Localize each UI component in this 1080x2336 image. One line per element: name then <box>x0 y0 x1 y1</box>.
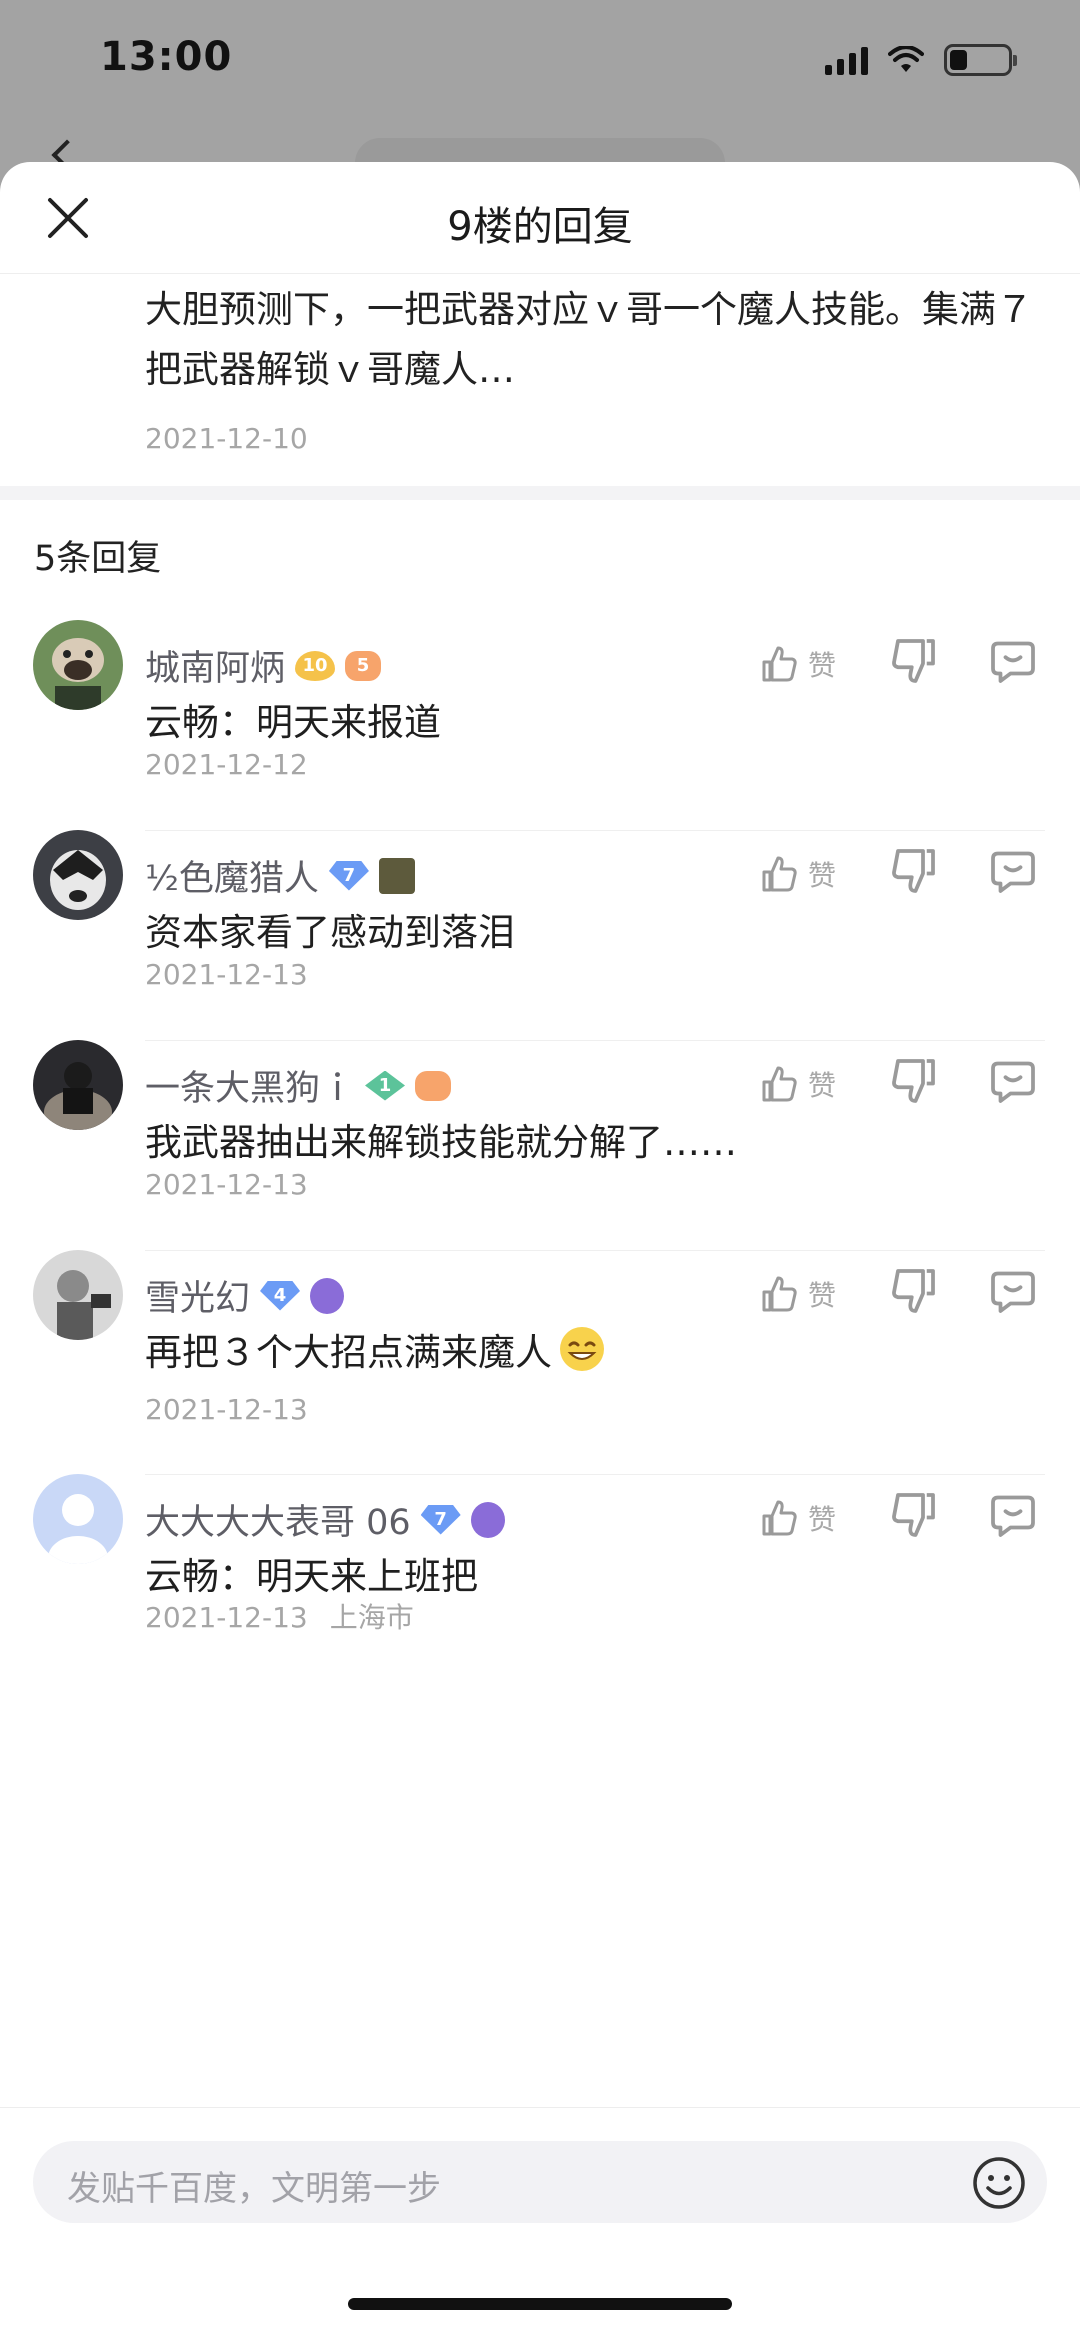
username[interactable]: 大大大大表哥 06 7 <box>145 1494 505 1545</box>
thumbs-down-icon[interactable] <box>888 1490 938 1540</box>
comment-icon[interactable] <box>988 636 1038 686</box>
battery-icon <box>944 44 1017 76</box>
thumbs-down-icon[interactable] <box>888 636 938 686</box>
grin-emoji-icon <box>560 1327 604 1371</box>
username[interactable]: 城南阿炳 10 5 <box>145 640 382 691</box>
wifi-icon <box>888 46 924 72</box>
comment-icon[interactable] <box>988 1490 1038 1540</box>
like-button[interactable]: 赞 <box>760 1488 860 1548</box>
reply-text: 云畅：明天来上班把 <box>145 1555 478 1598</box>
reply-actions: 赞 <box>760 844 1080 904</box>
thumbs-down-icon[interactable] <box>888 1266 938 1316</box>
honor-badge <box>470 1501 505 1538</box>
reply-text: 云畅：明天来报道 <box>145 701 441 744</box>
home-indicator <box>348 2298 732 2310</box>
sheet-header: 9楼的回复 <box>0 162 1080 274</box>
honor-badge <box>415 1070 452 1101</box>
avatar[interactable] <box>33 1474 123 1564</box>
like-button[interactable]: 赞 <box>760 1264 860 1324</box>
avatar[interactable] <box>33 830 123 920</box>
username[interactable]: ½色魔猎人 7 <box>145 850 415 901</box>
thumbs-up-icon <box>762 856 797 892</box>
reply-date-row: 2021-12-13 上海市 <box>145 1596 414 1636</box>
username-text: 一条大黑狗ｉ <box>145 1069 356 1109</box>
like-button[interactable]: 赞 <box>760 844 860 904</box>
level-badge: 7 <box>328 860 369 891</box>
reply-actions: 赞 <box>760 634 1080 694</box>
like-label: 赞 <box>808 1069 837 1102</box>
reply-date: 2021-12-13 <box>145 1601 308 1634</box>
username[interactable]: 雪光幻 4 <box>145 1270 345 1321</box>
reply-date: 2021-12-13 <box>145 1168 308 1201</box>
comment-icon[interactable] <box>988 1266 1038 1316</box>
thumbs-up-icon <box>762 1276 797 1312</box>
reply-sheet: 9楼的回复 大胆预测下，一把武器对应ｖ哥一个魔人技能。集满７把武器解锁ｖ哥魔人…… <box>0 162 1080 2336</box>
reply-location: 上海市 <box>329 1601 414 1634</box>
original-post-date: 2021-12-10 <box>145 422 308 455</box>
section-divider <box>0 486 1080 500</box>
level-badge: 4 <box>260 1280 301 1311</box>
reply-text: 再把３个大招点满来魔人 <box>145 1322 606 1376</box>
original-post-text: 大胆预测下，一把武器对应ｖ哥一个魔人技能。集满７把武器解锁ｖ哥魔人… <box>145 288 1033 391</box>
comment-icon[interactable] <box>988 846 1038 896</box>
reply-item: 大大大大表哥 06 7 赞 云畅：明天来上班把 2021-12-13 上海市 <box>0 1474 1080 1734</box>
honor-badge <box>310 1277 345 1314</box>
like-label: 赞 <box>808 649 837 682</box>
username[interactable]: 一条大黑狗ｉ 1 <box>145 1060 452 1111</box>
reply-text: 我武器抽出来解锁技能就分解了…… <box>145 1121 737 1164</box>
username-text: 雪光幻 <box>145 1279 251 1319</box>
avatar[interactable] <box>33 1250 123 1340</box>
honor-badge: 5 <box>345 650 382 681</box>
username-text: ½色魔猎人 <box>145 859 319 899</box>
like-button[interactable]: 赞 <box>760 634 860 694</box>
reply-actions: 赞 <box>760 1488 1080 1548</box>
reply-actions: 赞 <box>760 1054 1080 1114</box>
thumbs-up-icon <box>762 1066 797 1102</box>
like-label: 赞 <box>808 1503 837 1536</box>
signal-icon <box>825 45 868 75</box>
level-badge: 1 <box>365 1070 406 1101</box>
reply-date: 2021-12-12 <box>145 748 308 781</box>
comment-icon[interactable] <box>988 1056 1038 1106</box>
reply-date: 2021-12-13 <box>145 1393 308 1426</box>
status-bar: 13:00 <box>0 0 1080 120</box>
avatar[interactable] <box>33 1040 123 1130</box>
level-badge: 10 <box>295 650 336 681</box>
original-post: 大胆预测下，一把武器对应ｖ哥一个魔人技能。集满７把武器解锁ｖ哥魔人… 2021-… <box>0 274 1080 486</box>
reply-input-placeholder: 发贴千百度，文明第一步 <box>67 2169 441 2209</box>
avatar[interactable] <box>33 620 123 710</box>
sheet-title: 9楼的回复 <box>447 204 633 250</box>
honor-badge <box>378 857 415 894</box>
like-label: 赞 <box>808 859 837 892</box>
username-text: 大大大大表哥 06 <box>145 1503 411 1543</box>
username-text: 城南阿炳 <box>145 649 286 689</box>
thumbs-up-icon <box>762 1500 797 1536</box>
reply-actions: 赞 <box>760 1264 1080 1324</box>
like-label: 赞 <box>808 1279 837 1312</box>
emoji-icon[interactable] <box>971 2155 1027 2211</box>
like-button[interactable]: 赞 <box>760 1054 860 1114</box>
thumbs-up-icon <box>762 646 797 682</box>
thumbs-down-icon[interactable] <box>888 846 938 896</box>
reply-text-content: 再把３个大招点满来魔人 <box>145 1331 552 1374</box>
reply-input[interactable]: 发贴千百度，文明第一步 <box>33 2141 1047 2223</box>
status-time: 13:00 <box>100 34 233 80</box>
status-icons <box>825 44 1017 76</box>
reply-count-label: 5条回复 <box>34 539 162 579</box>
level-badge: 7 <box>420 1504 461 1535</box>
reply-date: 2021-12-13 <box>145 958 308 991</box>
thumbs-down-icon[interactable] <box>888 1056 938 1106</box>
reply-text: 资本家看了感动到落泪 <box>145 911 515 954</box>
